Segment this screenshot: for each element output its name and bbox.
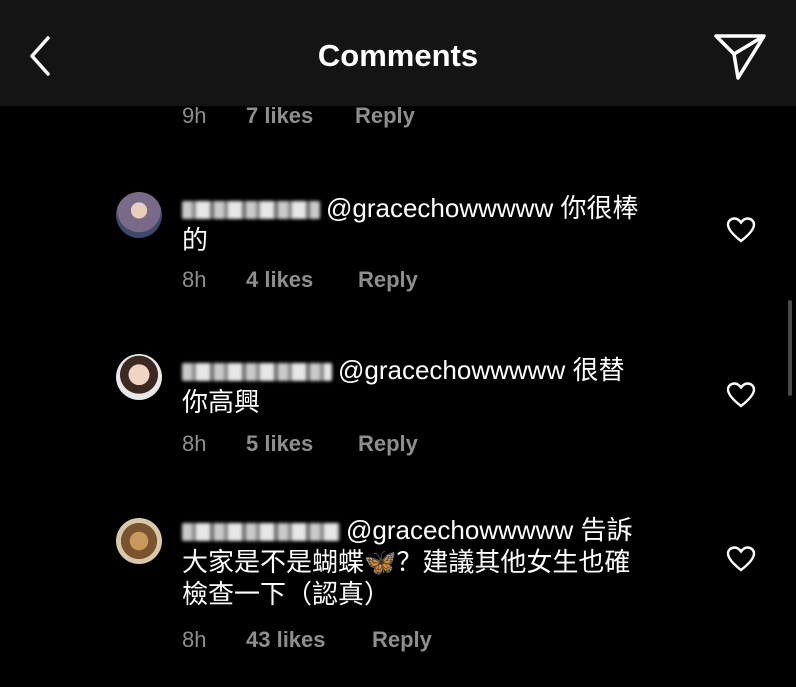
comment-body: @gracechowwwww 告訴 大家是不是蝴蝶🦋？建議其他女生也確 檢查一下… — [182, 514, 702, 610]
username-blurred[interactable] — [182, 201, 320, 220]
username-blurred[interactable] — [182, 363, 332, 382]
comment-text-line: 檢查一下（認真） — [182, 579, 391, 609]
comment-text-line: 告訴 — [580, 515, 633, 545]
reply-button[interactable]: Reply — [358, 267, 418, 293]
heart-icon — [726, 546, 756, 572]
like-button[interactable] — [726, 545, 756, 573]
paper-plane-icon — [714, 34, 766, 80]
reply-button[interactable]: Reply — [355, 103, 415, 129]
comment-time: 9h — [182, 103, 207, 128]
heart-icon — [726, 382, 756, 408]
comment-time: 8h — [182, 267, 207, 292]
comment-likes[interactable]: 43 likes — [246, 627, 326, 653]
reply-button[interactable]: Reply — [358, 431, 418, 457]
like-button[interactable] — [726, 216, 756, 244]
comment-likes[interactable]: 4 likes — [246, 267, 313, 293]
heart-icon — [726, 217, 756, 243]
scrollbar[interactable] — [788, 300, 792, 396]
like-button[interactable] — [726, 381, 756, 409]
mention-link[interactable]: @gracechowwwww — [346, 515, 573, 545]
header-bar: Comments — [0, 0, 796, 106]
mention-link[interactable]: @gracechowwwww — [338, 355, 565, 385]
comment-body: @gracechowwwww 你很棒 的 — [182, 192, 702, 256]
page-title: Comments — [317, 38, 479, 73]
comment-likes[interactable]: 7 likes — [246, 103, 313, 129]
comment-text-line: 很替 — [572, 355, 625, 385]
avatar[interactable] — [116, 518, 162, 564]
comment-text-line: 你很棒 — [560, 193, 639, 223]
avatar[interactable] — [116, 192, 162, 238]
avatar[interactable] — [116, 354, 162, 400]
comment-text-line: 的 — [182, 225, 209, 255]
reply-button[interactable]: Reply — [372, 627, 432, 653]
comment-time: 8h — [182, 627, 207, 652]
comment-likes[interactable]: 5 likes — [246, 431, 313, 457]
mention-link[interactable]: @gracechowwwww — [326, 193, 553, 223]
username-blurred[interactable] — [182, 523, 340, 542]
comment-text-line: 大家是不是蝴蝶🦋？建議其他女生也確 — [182, 547, 631, 577]
comment-time: 8h — [182, 431, 207, 456]
share-button[interactable] — [712, 30, 768, 82]
comment-body: @gracechowwwww 很替 你高興 — [182, 354, 702, 418]
comment-text-line: 你高興 — [182, 387, 261, 417]
